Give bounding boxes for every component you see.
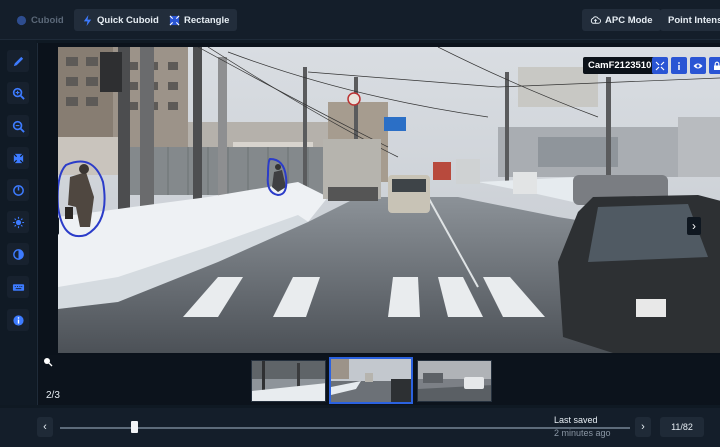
rectangle-label: Rectangle bbox=[184, 14, 230, 26]
thumbnail-image bbox=[418, 361, 491, 401]
previous-frame-button[interactable]: ‹ bbox=[37, 417, 53, 437]
info-icon bbox=[12, 314, 24, 326]
thumbnail-strip: 2/3 bbox=[38, 355, 720, 405]
previous-image-button[interactable]: ‹ bbox=[58, 217, 59, 235]
cuboid-icon bbox=[16, 15, 27, 25]
main-panel: CamF21235107 ‹ › 2/3 bbox=[37, 43, 720, 405]
rectangle-icon bbox=[169, 15, 180, 25]
contrast-button[interactable] bbox=[7, 243, 29, 265]
thumbnail-image bbox=[252, 361, 325, 401]
top-toolbar: Cuboid Quick Cuboid Rectangle APC Mode P… bbox=[0, 0, 720, 40]
chevron-right-icon: › bbox=[641, 421, 645, 433]
frame-counter: 11/82 bbox=[660, 417, 704, 437]
cuboid-label: Cuboid bbox=[31, 14, 64, 26]
timeline-track[interactable] bbox=[60, 427, 630, 429]
fit-screen-icon bbox=[12, 152, 24, 164]
pointer-icon bbox=[44, 358, 53, 367]
last-saved-time: 2 minutes ago bbox=[554, 428, 611, 438]
camera-info-button[interactable] bbox=[671, 57, 687, 74]
rotate-button[interactable] bbox=[7, 179, 29, 201]
point-intensity-label: Point Intensity bbox=[668, 14, 720, 26]
apc-mode-button[interactable]: APC Mode bbox=[582, 9, 661, 31]
keyboard-icon bbox=[12, 283, 24, 291]
keyboard-shortcuts-button[interactable] bbox=[7, 276, 29, 298]
camera-label: CamF21235107 bbox=[583, 57, 662, 74]
fit-view-button[interactable] bbox=[652, 57, 668, 74]
thumbnail-1[interactable] bbox=[251, 360, 326, 402]
thumbnail-3[interactable] bbox=[417, 360, 492, 402]
cloud-upload-icon bbox=[590, 15, 601, 24]
expand-icon bbox=[655, 61, 665, 70]
visibility-button[interactable] bbox=[690, 57, 706, 74]
rectangle-button[interactable]: Rectangle bbox=[161, 9, 238, 31]
lightning-icon bbox=[83, 14, 92, 26]
pen-icon bbox=[13, 56, 23, 66]
eye-icon bbox=[693, 63, 703, 68]
annotation-app: Cuboid Quick Cuboid Rectangle APC Mode P… bbox=[0, 0, 720, 447]
chevron-left-icon: ‹ bbox=[43, 421, 47, 433]
timeline-handle[interactable] bbox=[131, 421, 139, 433]
contrast-icon bbox=[12, 248, 24, 260]
brightness-button[interactable] bbox=[7, 211, 29, 233]
zoom-in-icon bbox=[12, 87, 25, 100]
pen-tool-button[interactable] bbox=[7, 50, 29, 72]
camera-image bbox=[58, 47, 720, 353]
brightness-icon bbox=[12, 216, 24, 228]
image-viewer[interactable]: CamF21235107 ‹ › bbox=[58, 47, 720, 353]
zoom-in-button[interactable] bbox=[7, 82, 29, 104]
info-icon bbox=[678, 61, 680, 70]
quick-cuboid-label: Quick Cuboid bbox=[97, 14, 159, 26]
thumbnail-counter: 2/3 bbox=[46, 390, 60, 401]
next-frame-button[interactable]: › bbox=[635, 417, 651, 437]
left-toolbox bbox=[0, 40, 36, 405]
next-image-button[interactable]: › bbox=[687, 217, 701, 235]
thumbnail-2[interactable] bbox=[329, 357, 413, 404]
zoom-out-icon bbox=[12, 120, 25, 133]
point-intensity-button[interactable]: Point Intensity bbox=[660, 9, 720, 31]
zoom-out-button[interactable] bbox=[7, 115, 29, 137]
bottom-bar: ‹ Last saved 2 minutes ago › 11/82 bbox=[0, 408, 720, 447]
lock-button[interactable] bbox=[709, 57, 720, 74]
cuboid-button[interactable]: Cuboid bbox=[8, 9, 72, 31]
lock-icon bbox=[714, 61, 720, 70]
info-button[interactable] bbox=[7, 309, 29, 331]
rotate-icon bbox=[12, 184, 24, 196]
chevron-right-icon: › bbox=[692, 219, 696, 233]
quick-cuboid-button[interactable]: Quick Cuboid bbox=[74, 9, 167, 31]
thumbnail-image bbox=[331, 359, 411, 402]
last-saved-label: Last saved bbox=[554, 415, 598, 425]
apc-mode-label: APC Mode bbox=[605, 14, 653, 26]
fit-screen-button[interactable] bbox=[7, 147, 29, 169]
